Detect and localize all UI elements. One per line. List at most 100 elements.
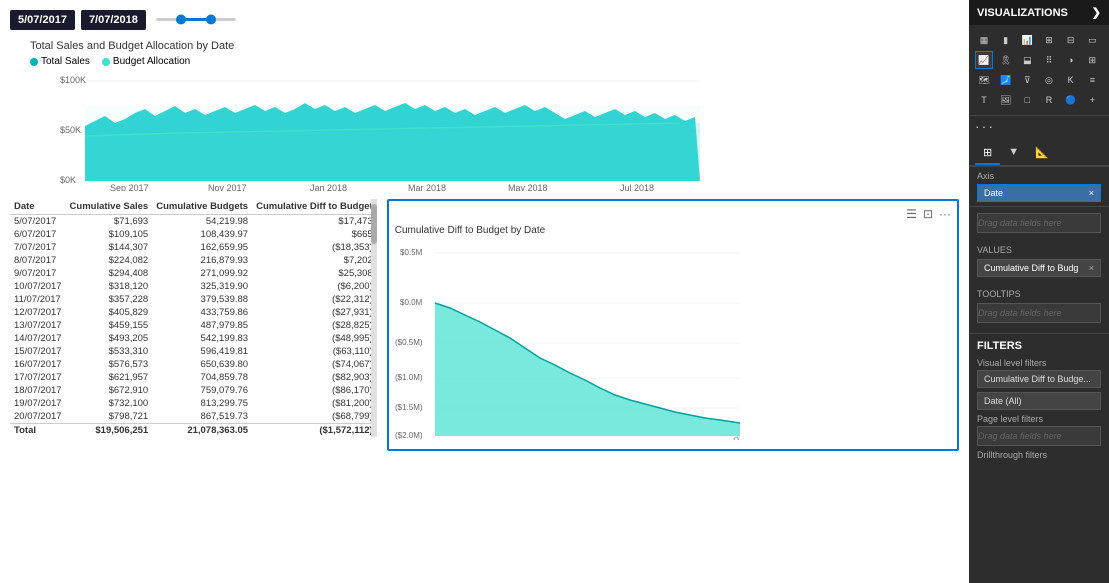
expand-icon[interactable]: ⊡ xyxy=(923,207,933,221)
table-wrapper: Date Cumulative Sales Cumulative Budgets… xyxy=(10,199,377,437)
svg-text:May 2018: May 2018 xyxy=(508,183,548,191)
date-slicer: 5/07/2017 7/07/2018 xyxy=(10,10,959,30)
viz-icon-table[interactable]: ⊞ xyxy=(1040,31,1058,49)
table-cell: 867,519.73 xyxy=(152,410,252,424)
table-cell: 216,879.93 xyxy=(152,254,252,267)
filter-date[interactable]: Date (All) xyxy=(977,392,1101,410)
table-row: 7/07/2017$144,307162,659.95($18,353) xyxy=(10,241,377,254)
viz-icon-text[interactable]: T xyxy=(975,91,993,109)
viz-icon-scatter[interactable]: ⠿ xyxy=(1040,51,1058,69)
svg-text:Jul 2018: Jul 2018 xyxy=(620,183,654,191)
viz-icon-matrix[interactable]: ⊟ xyxy=(1062,31,1080,49)
table-row: 11/07/2017$357,228379,539.88($22,312) xyxy=(10,293,377,306)
table-cell: $672,910 xyxy=(66,384,153,397)
viz-icon-more[interactable]: + xyxy=(1083,91,1101,109)
table-cell: 9/07/2017 xyxy=(10,267,66,280)
viz-icon-waterfall[interactable]: ⬓ xyxy=(1018,51,1036,69)
table-row: 18/07/2017$672,910759,079.76($86,170) xyxy=(10,384,377,397)
table-cell: $665 xyxy=(252,228,377,241)
viz-icon-area[interactable]: 📈 xyxy=(975,51,993,69)
table-row: 16/07/2017$576,573650,639.80($74,067) xyxy=(10,358,377,371)
viz-icon-stacked-bar[interactable]: ▦ xyxy=(975,31,993,49)
viz-icon-filled-map[interactable]: 🗾 xyxy=(997,71,1015,89)
viz-tab-filter[interactable]: ▼ xyxy=(1000,142,1027,165)
drag-page-filters[interactable]: Drag data fields here xyxy=(977,426,1101,446)
table-total-cell: $19,506,251 xyxy=(66,424,153,438)
svg-text:$0.5M: $0.5M xyxy=(400,248,423,257)
table-total-cell: 21,078,363.05 xyxy=(152,424,252,438)
page-filters-label: Page level filters xyxy=(977,414,1101,424)
axis-section: Axis Date × xyxy=(969,166,1109,207)
inner-chart-title: Cumulative Diff to Budget by Date xyxy=(395,225,951,236)
table-cell: $493,205 xyxy=(66,332,153,345)
svg-text:$0.0M: $0.0M xyxy=(400,298,423,307)
col-cum-sales: Cumulative Sales xyxy=(66,199,153,215)
table-cell: 433,759.86 xyxy=(152,306,252,319)
table-total-cell: ($1,572,112) xyxy=(252,424,377,438)
axis-close-icon[interactable]: × xyxy=(1089,188,1094,198)
drag-area-1: Drag data fields here xyxy=(969,207,1109,243)
values-field-text: Cumulative Diff to Budg xyxy=(984,263,1078,273)
viz-icon-slicer[interactable]: ≡ xyxy=(1083,71,1101,89)
table-row: 10/07/2017$318,120325,319.90($6,200) xyxy=(10,280,377,293)
viz-icon-custom[interactable]: 🔵 xyxy=(1062,91,1080,109)
date-end[interactable]: 7/07/2018 xyxy=(81,10,146,30)
filter-cum-diff[interactable]: Cumulative Diff to Budge... xyxy=(977,370,1101,388)
table-cell: 8/07/2017 xyxy=(10,254,66,267)
viz-icon-map[interactable]: 🗺 xyxy=(975,71,993,89)
viz-icon-treemap[interactable]: ⊞ xyxy=(1083,51,1101,69)
viz-icon-qs[interactable]: R xyxy=(1040,91,1058,109)
viz-icon-card[interactable]: ▭ xyxy=(1083,31,1101,49)
table-row: 8/07/2017$224,082216,879.93$7,202 xyxy=(10,254,377,267)
table-cell: 17/07/2017 xyxy=(10,371,66,384)
viz-icon-line-bar[interactable]: 📊 xyxy=(1018,31,1036,49)
inner-chart-header: ☰ ⊡ ··· xyxy=(395,207,951,221)
table-cell: 13/07/2017 xyxy=(10,319,66,332)
legend-total-sales: Total Sales xyxy=(30,56,90,67)
table-cell: $224,082 xyxy=(66,254,153,267)
viz-icon-pie[interactable]: ◑ xyxy=(1062,51,1080,69)
drillthrough-label: Drillthrough filters xyxy=(977,450,1101,460)
more-icon[interactable]: ··· xyxy=(939,207,951,221)
date-start[interactable]: 5/07/2017 xyxy=(10,10,75,30)
table-cell: 813,299.75 xyxy=(152,397,252,410)
values-field-close[interactable]: × xyxy=(1089,263,1094,273)
table-row: 12/07/2017$405,829433,759.86($27,931) xyxy=(10,306,377,319)
viz-tabs: ⊞ ▼ 📐 xyxy=(969,136,1109,166)
viz-tab-analytics[interactable]: 📐 xyxy=(1027,142,1057,165)
inner-chart-panel: ☰ ⊡ ··· Cumulative Diff to Budget by Dat… xyxy=(387,199,959,451)
table-total-cell: Total xyxy=(10,424,66,438)
svg-text:($0.5M): ($0.5M) xyxy=(395,338,423,347)
table-cell: 16/07/2017 xyxy=(10,358,66,371)
inner-chart-icons: ☰ ⊡ ··· xyxy=(906,207,951,221)
table-row: 17/07/2017$621,957704,859.78($82,903) xyxy=(10,371,377,384)
svg-text:$0K: $0K xyxy=(60,175,76,185)
drag-fields-here-1[interactable]: Drag data fields here xyxy=(977,213,1101,233)
table-cell: 54,219.98 xyxy=(152,215,252,229)
filters-section: FILTERS Visual level filters Cumulative … xyxy=(969,333,1109,468)
viz-dots[interactable]: ··· xyxy=(969,116,1109,136)
hamburger-icon[interactable]: ☰ xyxy=(906,207,917,221)
table-cell: ($81,200) xyxy=(252,397,377,410)
legend-dot-budget xyxy=(102,58,110,66)
table-total-row: Total$19,506,25121,078,363.05($1,572,112… xyxy=(10,424,377,438)
drag-tooltips-here[interactable]: Drag data fields here xyxy=(977,303,1101,323)
table-cell: 12/07/2017 xyxy=(10,306,66,319)
viz-icon-bar[interactable]: ▮ xyxy=(997,31,1015,49)
table-cell: $732,100 xyxy=(66,397,153,410)
viz-icon-shape[interactable]: □ xyxy=(1018,91,1036,109)
viz-panel-title: VISUALIZATIONS xyxy=(977,7,1068,19)
top-chart-area: Total Sales and Budget Allocation by Dat… xyxy=(30,40,959,191)
table-cell: 10/07/2017 xyxy=(10,280,66,293)
viz-panel-chevron[interactable]: ❯ xyxy=(1092,6,1101,19)
viz-icon-funnel[interactable]: ⊽ xyxy=(1018,71,1036,89)
viz-icon-image[interactable]: 🖼 xyxy=(997,91,1015,109)
top-chart-title: Total Sales and Budget Allocation by Dat… xyxy=(30,40,959,52)
table-cell: 162,659.95 xyxy=(152,241,252,254)
viz-icon-gauge[interactable]: ◎ xyxy=(1040,71,1058,89)
viz-icon-kpi[interactable]: K xyxy=(1062,71,1080,89)
viz-tab-fields[interactable]: ⊞ xyxy=(975,142,1000,165)
table-cell: $144,307 xyxy=(66,241,153,254)
scroll-bar[interactable] xyxy=(371,199,377,437)
viz-icon-ribbon[interactable]: 🎗 xyxy=(997,51,1015,69)
